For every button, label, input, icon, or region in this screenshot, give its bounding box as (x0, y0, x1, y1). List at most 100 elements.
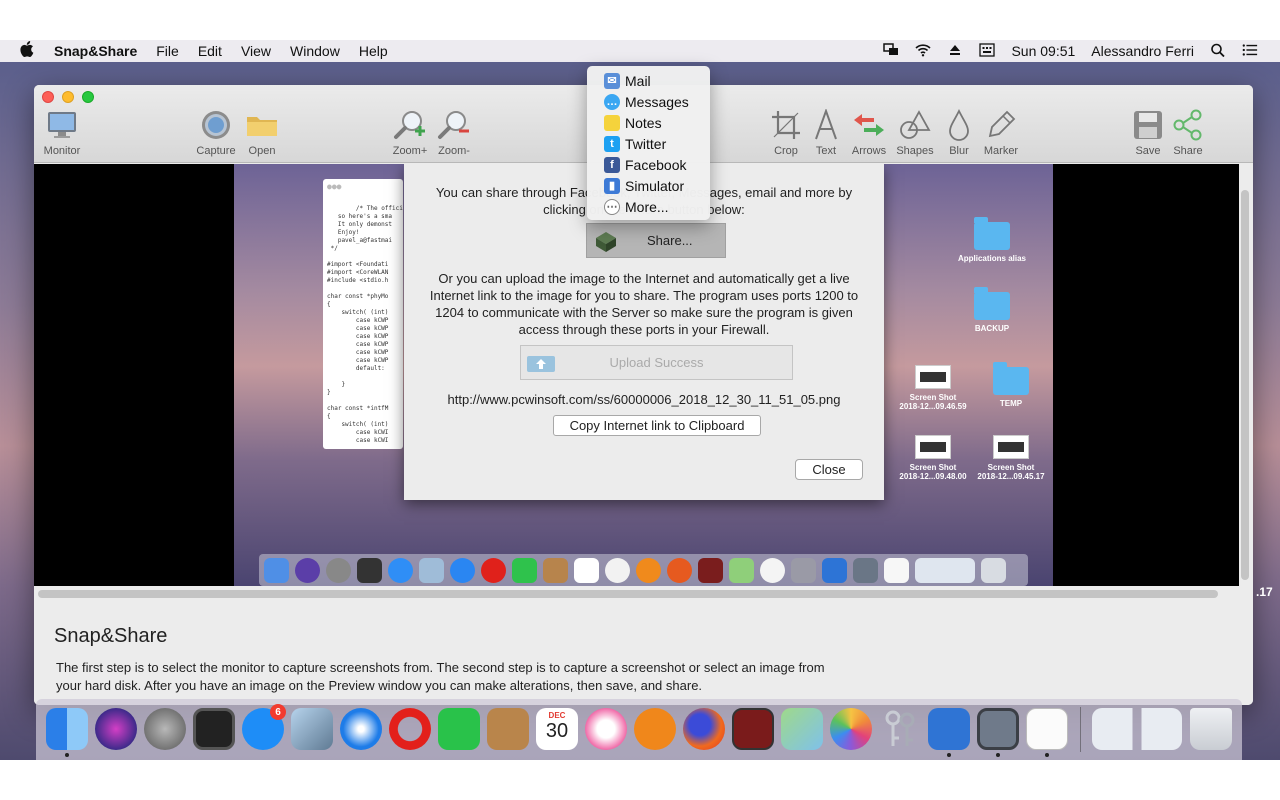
window-zoom-button[interactable] (82, 91, 94, 103)
notification-center-icon[interactable] (1242, 43, 1258, 60)
running-indicator (65, 753, 69, 757)
finder-icon (264, 557, 289, 583)
calendar-icon (574, 557, 599, 583)
menu-app-name[interactable]: Snap&Share (54, 43, 137, 59)
dock-launchpad-icon[interactable] (144, 708, 186, 750)
marker-tool-button[interactable]: Marker (975, 109, 1027, 157)
dock-activity-monitor-icon[interactable] (193, 708, 235, 750)
dock-screenshots-stack-icon[interactable] (1092, 708, 1182, 750)
captured-screenshot-image: ●●● /* The official e so here's a sma It … (234, 164, 1053, 586)
dock-itunes-icon[interactable] (585, 708, 627, 750)
code-window-controls: ●●● (327, 182, 342, 191)
dock-maps-icon[interactable] (781, 708, 823, 750)
dock-siri-icon[interactable] (95, 708, 137, 750)
dock-keychain-access-icon[interactable] (879, 708, 921, 750)
share-button[interactable]: Share... (586, 223, 726, 258)
share-menu-item-twitter[interactable]: t Twitter (587, 133, 710, 154)
close-button[interactable]: Close (795, 459, 863, 480)
dock-finder-icon[interactable] (46, 708, 88, 750)
folder-open-icon (245, 109, 279, 141)
copy-link-button[interactable]: Copy Internet link to Clipboard (553, 415, 761, 436)
apple-menu-icon[interactable] (20, 41, 40, 61)
dock-firefox-icon[interactable] (683, 708, 725, 750)
zoom-out-button[interactable]: Zoom- (428, 109, 480, 157)
app-store-icon (388, 557, 413, 583)
dock-opera-icon[interactable] (389, 708, 431, 750)
desktop-icon-backup: BACKUP (952, 287, 1032, 333)
xcode-icon (822, 557, 847, 583)
window-minimize-button[interactable] (62, 91, 74, 103)
menu-edit[interactable]: Edit (198, 43, 222, 59)
arrows-label: Arrows (851, 145, 887, 157)
menu-view[interactable]: View (241, 43, 271, 59)
dock-photo-booth-icon[interactable] (732, 708, 774, 750)
running-indicator (996, 753, 1000, 757)
simulator-icon: ▮ (604, 177, 620, 194)
dock-preview-icon[interactable] (291, 708, 333, 750)
photos-icon (760, 557, 785, 583)
mail-icon: ✉ (604, 72, 620, 89)
monitor-tool-button[interactable]: Monitor (36, 109, 88, 157)
menu-user-name[interactable]: Alessandro Ferri (1091, 43, 1194, 59)
share-menu-item-mail[interactable]: ✉ Mail (587, 70, 710, 91)
desktop-icon-screenshot-1: Screen Shot 2018-12...09.46.59 (893, 365, 973, 411)
dock-snap-share-icon[interactable] (977, 708, 1019, 750)
dock-contacts-icon[interactable] (487, 708, 529, 750)
share-button-label: Share... (647, 233, 693, 248)
desktop-icon-label: Screen Shot (987, 463, 1035, 472)
text-label: Text (815, 145, 837, 157)
window-close-button[interactable] (42, 91, 54, 103)
share-menu-item-label: More... (625, 198, 669, 215)
wifi-icon[interactable] (915, 43, 932, 60)
dock-textedit-icon[interactable] (1026, 708, 1068, 750)
horizontal-scrollbar[interactable] (38, 590, 1218, 598)
menu-help[interactable]: Help (359, 43, 388, 59)
vertical-scrollbar[interactable] (1241, 190, 1249, 580)
preview-canvas[interactable]: ●●● /* The official e so here's a sma It … (34, 164, 1239, 586)
contacts-icon (543, 557, 568, 583)
menu-window[interactable]: Window (290, 43, 340, 59)
more-icon: ⋯ (604, 198, 620, 215)
crop-label: Crop (774, 145, 798, 157)
upload-button[interactable]: Upload Success (520, 345, 793, 380)
desktop-icon-date: 2018-12...09.48.00 (899, 472, 967, 481)
keyboard-input-icon[interactable] (979, 42, 996, 60)
dock-photos-icon[interactable] (830, 708, 872, 750)
capture-tool-button[interactable]: Capture (190, 109, 242, 157)
save-disk-icon (1131, 109, 1165, 141)
share-menu-item-label: Facebook (625, 156, 687, 173)
share-menu-item-notes[interactable]: Notes (587, 112, 710, 133)
screen-mirror-icon[interactable] (883, 42, 899, 60)
share-menu-item-label: Messages (625, 93, 689, 110)
twitter-icon: t (604, 135, 620, 152)
eject-icon[interactable] (947, 43, 963, 60)
upload-instructions-text: Or you can upload the image to the Inter… (429, 271, 859, 337)
crop-icon (769, 109, 803, 141)
screenshots-stack-icon (915, 557, 975, 583)
capture-icon (199, 109, 233, 141)
blur-label: Blur (949, 145, 969, 157)
dock-facetime-icon[interactable] (438, 708, 480, 750)
desktop-icon-label: Screen Shot (909, 393, 957, 402)
blur-drop-icon (942, 109, 976, 141)
opera-icon (481, 557, 506, 583)
dock-safari-icon[interactable] (340, 708, 382, 750)
share-menu-item-more[interactable]: ⋯ More... (587, 196, 710, 217)
open-tool-button[interactable]: Open (236, 109, 288, 157)
share-toolbar-button[interactable]: Share (1162, 109, 1214, 157)
arrows-tool-button[interactable]: Arrows (843, 109, 895, 157)
spotlight-icon[interactable] (1210, 43, 1226, 60)
desktop-icon-applications-alias: Applications alias (952, 217, 1032, 263)
menu-clock[interactable]: Sun 09:51 (1011, 43, 1075, 59)
textedit-icon (884, 557, 909, 583)
dock-calendar-icon[interactable]: DEC 30 (536, 708, 578, 750)
share-menu-item-facebook[interactable]: f Facebook (587, 154, 710, 175)
dock-separator (1080, 707, 1081, 752)
dock-ibooks-icon[interactable] (634, 708, 676, 750)
share-menu-item-simulator[interactable]: ▮ Simulator (587, 175, 710, 196)
desktop-icon-label: BACKUP (974, 324, 1010, 333)
menu-file[interactable]: File (156, 43, 179, 59)
dock-xcode-icon[interactable] (928, 708, 970, 750)
dock-trash-icon[interactable] (1190, 708, 1232, 750)
share-menu-item-messages[interactable]: … Messages (587, 91, 710, 112)
